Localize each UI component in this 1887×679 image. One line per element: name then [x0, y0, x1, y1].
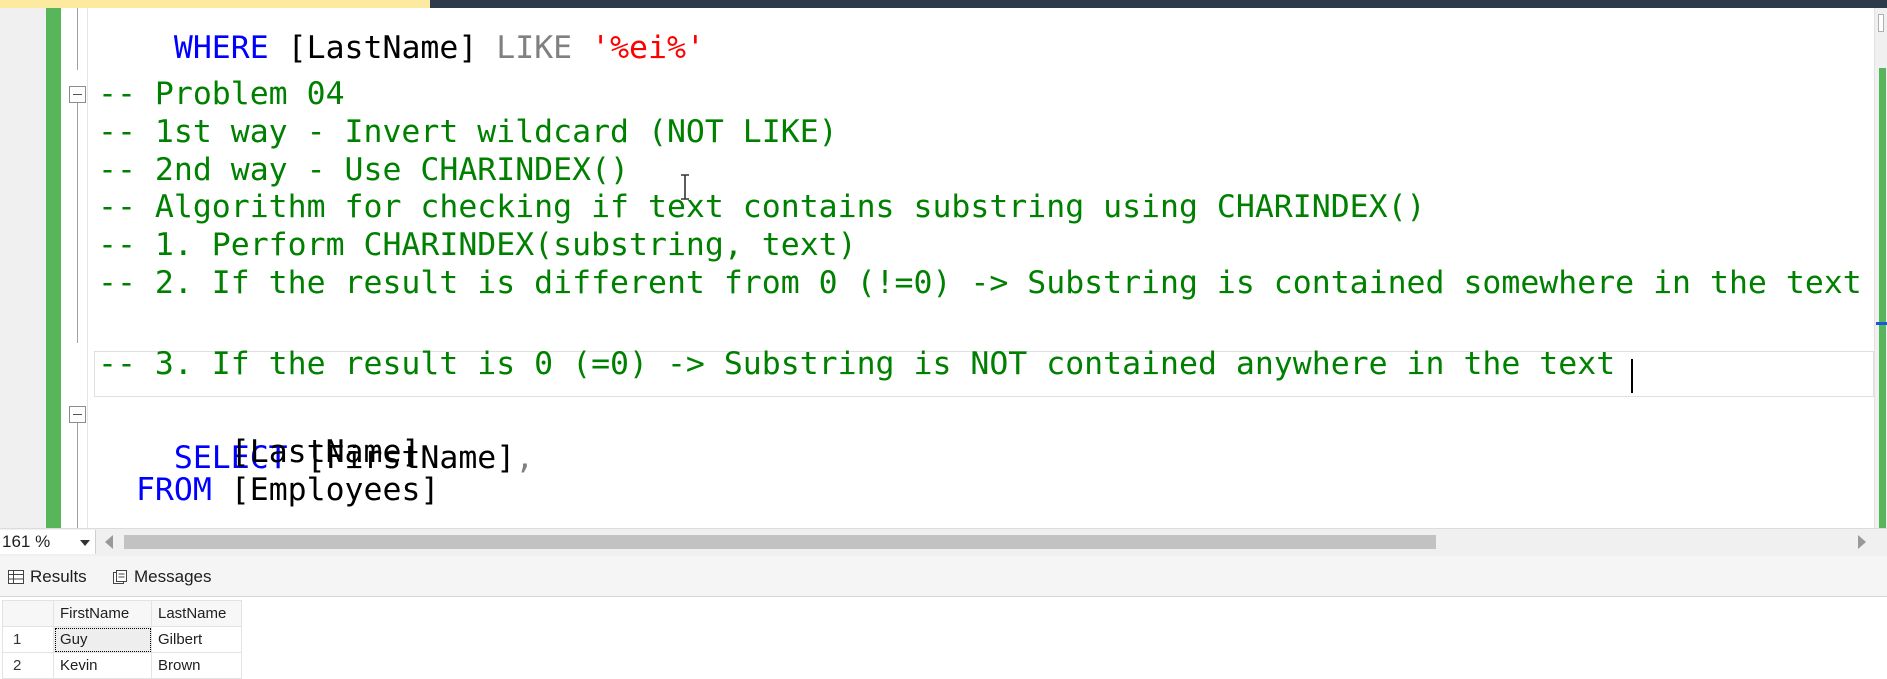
results-grid-area — [0, 596, 1887, 670]
tab-results[interactable]: Results — [8, 564, 87, 590]
lastname-column: [LastName] — [230, 434, 421, 470]
results-grid[interactable]: FirstName LastName 1 Guy Gilbert 2 Kevin… — [2, 600, 242, 679]
window-top-strip — [0, 0, 1887, 8]
scrollbar-split-handle[interactable] — [1878, 14, 1884, 32]
tab-messages-label: Messages — [134, 567, 212, 586]
zoom-dropdown[interactable]: 161 % — [0, 530, 96, 554]
text-caret — [1631, 359, 1633, 393]
scroll-right-arrow-icon[interactable] — [1858, 535, 1866, 549]
fold-guide-line — [77, 8, 78, 70]
tab-messages[interactable]: Messages — [112, 564, 211, 590]
chevron-down-icon — [80, 540, 90, 546]
grid-cell-lastname[interactable]: Gilbert — [151, 626, 242, 653]
fold-guide-line — [77, 103, 78, 343]
editor-gutter — [0, 8, 46, 528]
like-operator: LIKE — [477, 30, 592, 66]
code-line-where: WHERE [LastName] LIKE '%ei%' — [98, 8, 705, 66]
grid-cell-firstname[interactable]: Kevin — [53, 652, 152, 679]
grid-cell-lastname[interactable]: Brown — [151, 652, 242, 679]
row-number-header[interactable] — [2, 600, 54, 627]
column-header-lastname[interactable]: LastName — [151, 600, 242, 627]
scrollbar-change-marker — [1879, 68, 1886, 528]
table-row[interactable]: 1 Guy Gilbert — [2, 626, 242, 653]
scrollbar-caret-marker — [1876, 322, 1887, 325]
scroll-left-arrow-icon[interactable] — [105, 535, 113, 549]
where-keyword: WHERE — [173, 30, 288, 66]
row-number[interactable]: 2 — [2, 652, 54, 679]
table-row[interactable]: 2 Kevin Brown — [2, 652, 242, 679]
zoom-value: 161 % — [2, 532, 51, 551]
from-keyword: FROM — [135, 472, 212, 508]
code-line-comment: -- 2. If the result is different from 0 … — [98, 265, 1862, 301]
collapse-region-toggle[interactable] — [69, 406, 86, 423]
grid-icon — [8, 570, 24, 584]
code-line-comment: -- 3. If the result is 0 (=0) -> Substri… — [98, 346, 1616, 382]
query-editor[interactable]: WHERE [LastName] LIKE '%ei%' -- Problem … — [0, 8, 1887, 528]
lastname-identifier: [LastName] — [287, 30, 478, 66]
grid-cell-firstname[interactable]: Guy — [53, 626, 152, 653]
ibeam-cursor-icon — [681, 174, 689, 200]
fold-guide-line — [77, 423, 78, 528]
change-tracking-bar — [46, 8, 61, 528]
collapse-region-toggle[interactable] — [69, 86, 86, 103]
column-header-firstname[interactable]: FirstName — [53, 600, 152, 627]
employees-table: [Employees] — [230, 472, 440, 508]
tab-results-label: Results — [30, 567, 87, 586]
code-line-from: FROM [Employees] — [98, 468, 439, 512]
horizontal-scroll-thumb[interactable] — [124, 535, 1436, 549]
comma-token: , — [515, 440, 535, 476]
grid-header-row: FirstName LastName — [2, 600, 242, 627]
row-number[interactable]: 1 — [2, 626, 54, 653]
editor-margin-line — [87, 8, 88, 528]
like-pattern: '%ei%' — [591, 30, 705, 66]
messages-icon — [113, 570, 127, 584]
file-tab-tooltip — [0, 0, 430, 8]
